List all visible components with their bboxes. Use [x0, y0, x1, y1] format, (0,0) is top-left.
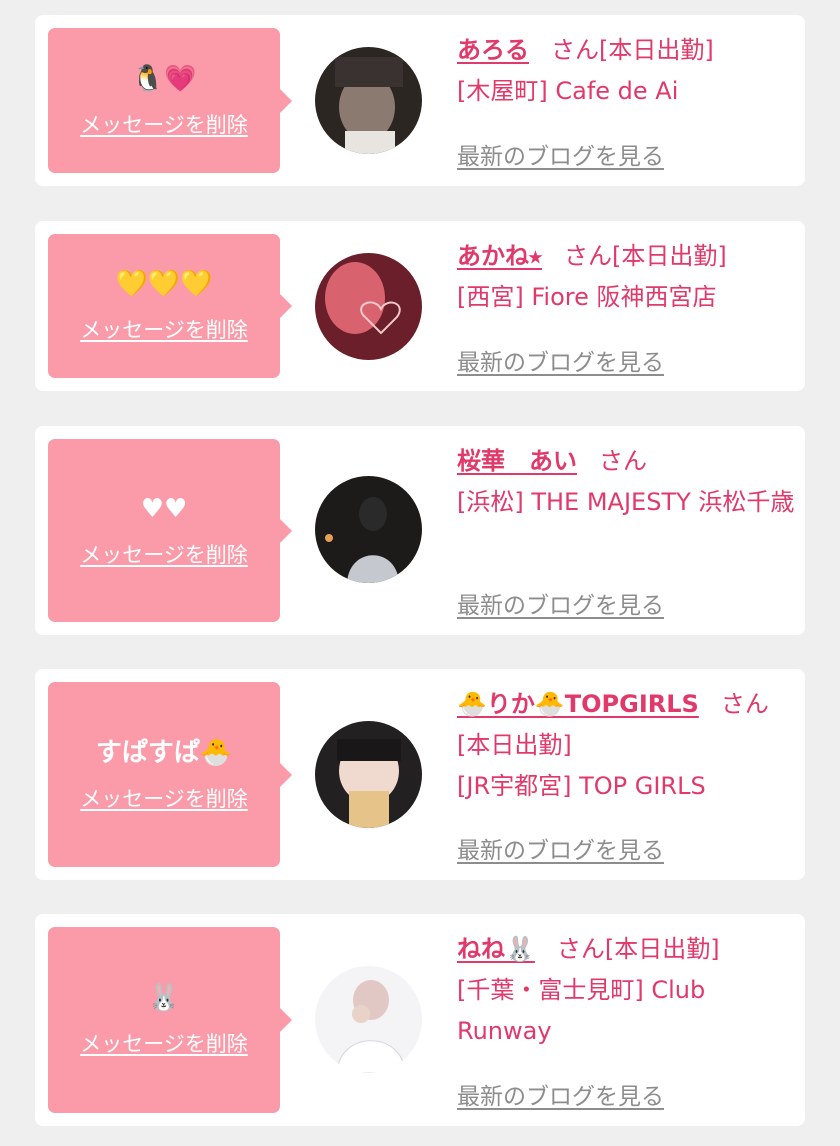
avatar[interactable]	[315, 253, 422, 360]
honorific: さん	[556, 935, 605, 963]
honorific: さん	[720, 690, 769, 718]
status-badge: [本日出勤]	[611, 242, 727, 270]
latest-blog-link[interactable]: 最新のブログを見る	[457, 1077, 664, 1111]
message-bubble: 🐧💗 メッセージを削除	[48, 28, 292, 173]
message-bubble: ♥♥ メッセージを削除	[48, 439, 292, 622]
message-card: すぱすぱ🐣 メッセージを削除 🐣りか🐣TOPGIRLS さん [本日出勤] [JR宇…	[35, 669, 805, 880]
cast-info: 桜華 あい さん [浜松] THE MAJESTY 浜松千歳	[457, 441, 797, 523]
status-badge: [本日出勤]	[604, 935, 720, 963]
cast-name-link[interactable]: あろる	[457, 36, 529, 64]
message-card: 💛💛💛 メッセージを削除 あかね⭑ さん[本日出勤] [西宮] Fiore 阪神西…	[35, 221, 805, 391]
avatar-photo	[315, 47, 422, 154]
avatar-photo	[315, 721, 422, 828]
latest-blog-link[interactable]: 最新のブログを見る	[457, 586, 664, 620]
avatar-photo	[315, 476, 422, 583]
avatar[interactable]	[315, 476, 422, 583]
shop-name: [木屋町] Cafe de Ai	[457, 77, 679, 105]
message-bubble: すぱすぱ🐣 メッセージを削除	[48, 682, 292, 867]
delete-message-link[interactable]: メッセージを削除	[80, 1028, 248, 1058]
avatar[interactable]	[315, 966, 422, 1073]
latest-blog-link[interactable]: 最新のブログを見る	[457, 343, 664, 377]
cast-name-link[interactable]: ねね🐰	[457, 935, 535, 963]
shop-name: [西宮] Fiore 阪神西宮店	[457, 283, 717, 311]
shop-name: [千葉・富士見町] Club Runway	[457, 976, 706, 1045]
cast-name-link[interactable]: あかね⭑	[457, 242, 542, 270]
message-text: ♥♥	[140, 493, 188, 524]
avatar[interactable]	[315, 721, 422, 828]
message-text: 💛💛💛	[115, 269, 213, 299]
avatar-photo	[315, 253, 422, 360]
honorific: さん	[563, 242, 612, 270]
message-bubble: 🐰 メッセージを削除	[48, 927, 292, 1113]
latest-blog-link[interactable]: 最新のブログを見る	[457, 137, 664, 171]
latest-blog-link[interactable]: 最新のブログを見る	[457, 831, 664, 865]
status-badge: [本日出勤]	[599, 36, 714, 64]
cast-name-link[interactable]: 桜華 あい	[457, 447, 577, 475]
cast-info: 🐣りか🐣TOPGIRLS さん [本日出勤] [JR宇都宮] TOP GIRLS	[457, 684, 797, 807]
delete-message-link[interactable]: メッセージを削除	[80, 539, 248, 569]
message-bubble: 💛💛💛 メッセージを削除	[48, 234, 292, 378]
cast-info: あろる さん[本日出勤] [木屋町] Cafe de Ai	[457, 30, 797, 112]
message-card: ♥♥ メッセージを削除 桜華 あい さん [浜松] THE MAJESTY 浜松千…	[35, 426, 805, 635]
avatar[interactable]	[315, 47, 422, 154]
message-text: 🐰	[147, 983, 181, 1013]
avatar-photo	[315, 966, 422, 1073]
shop-name: [浜松] THE MAJESTY 浜松千歳	[457, 488, 795, 516]
cast-info: ねね🐰 さん[本日出勤] [千葉・富士見町] Club Runway	[457, 929, 797, 1052]
status-badge: [本日出勤]	[457, 731, 572, 759]
shop-name: [JR宇都宮] TOP GIRLS	[457, 772, 706, 800]
message-card: 🐰 メッセージを削除 ねね🐰 さん[本日出勤] [千葉・富士見町] Club Ru…	[35, 914, 805, 1126]
delete-message-link[interactable]: メッセージを削除	[80, 109, 248, 139]
delete-message-link[interactable]: メッセージを削除	[80, 314, 248, 344]
cast-info: あかね⭑ さん[本日出勤] [西宮] Fiore 阪神西宮店	[457, 236, 797, 318]
honorific: さん	[551, 36, 599, 64]
message-text: すぱすぱ🐣	[95, 737, 233, 768]
message-card: 🐧💗 メッセージを削除 あろる さん[本日出勤] [木屋町] Cafe de Ai…	[35, 15, 805, 186]
honorific: さん	[599, 447, 647, 475]
delete-message-link[interactable]: メッセージを削除	[80, 783, 248, 813]
message-text: 🐧💗	[131, 63, 197, 94]
cast-name-link[interactable]: 🐣りか🐣TOPGIRLS	[457, 690, 699, 718]
